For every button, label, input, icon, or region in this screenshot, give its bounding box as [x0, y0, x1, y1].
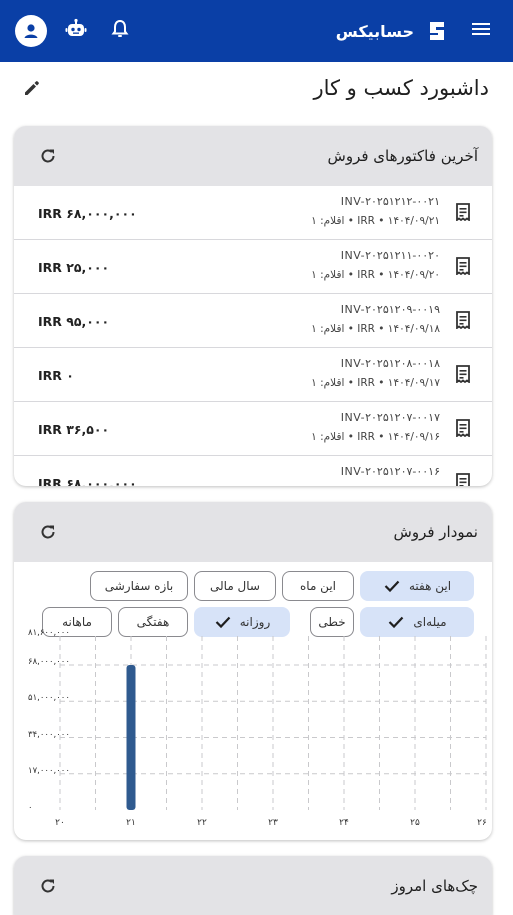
hamburger-menu-icon: [471, 21, 491, 41]
app-bar: حسابیکس: [0, 0, 513, 62]
x-tick-label: ۲۴: [339, 818, 349, 828]
card-header: آخرین فاکتورهای فروش: [14, 126, 492, 186]
x-tick-label: ۲۳: [268, 818, 278, 828]
receipt-icon: [452, 255, 474, 277]
chart-bar[interactable]: [126, 665, 136, 810]
refresh-invoices-button[interactable]: [36, 144, 60, 168]
receipt-icon: [452, 471, 474, 486]
invoice-meta: IRR • ۱۴۰۴/۰۹/۱۷ • اقلام: ۱: [311, 377, 440, 389]
page-title: داشبورد کسب و کار: [313, 76, 489, 100]
menu-button[interactable]: [467, 0, 495, 62]
receipt-icon: [452, 417, 474, 439]
x-tick-label: ۲۱: [126, 818, 136, 828]
check-icon: [383, 577, 401, 595]
receipt-icon: [452, 309, 474, 331]
brand: حسابیکس: [310, 0, 450, 62]
invoice-number: INV-۲۰۲۵۱۲۰۷-۰۰۱۶: [340, 465, 440, 478]
sales-bar-chart: ۸۱,۶۰۰,۰۰۰ ۶۸,۰۰۰,۰۰۰ ۵۱,۰۰۰,۰۰۰ ۳۴,۰۰۰,۰۰۰…: [14, 628, 492, 838]
refresh-icon: [41, 149, 55, 163]
invoice-list: IRR ۶۸,۰۰۰,۰۰۰ INV-۲۰۲۵۱۲۱۲-۰۰۲۱ IRR • ۱۴۰…: [14, 186, 492, 486]
refresh-chart-button[interactable]: [36, 520, 60, 544]
invoice-amount: IRR ۲۵,۰۰۰: [38, 259, 110, 275]
invoice-amount: IRR ۰: [38, 367, 74, 383]
invoice-number: INV-۲۰۲۵۱۲۰۸-۰۰۱۸: [340, 357, 440, 370]
card-header: نمودار فروش: [14, 502, 492, 562]
invoice-meta: IRR • ۱۴۰۴/۰۹/۲۱ • اقلام: ۱: [311, 215, 440, 227]
invoice-amount: IRR ۹۵,۰۰۰: [38, 313, 110, 329]
chip-label: خطی: [318, 615, 346, 629]
chip-label: بازه سفارشی: [104, 579, 174, 593]
card-title: نمودار فروش: [393, 523, 478, 541]
invoice-number: INV-۲۰۲۵۱۲۱۲-۰۰۲۱: [340, 195, 440, 208]
brand-name: حسابیکس: [335, 21, 414, 41]
invoice-number: INV-۲۰۲۵۱۲۰۹-۰۰۱۹: [340, 303, 440, 316]
recent-invoices-card: آخرین فاکتورهای فروش IRR ۶۸,۰۰۰,۰۰۰ INV-۲…: [14, 126, 492, 486]
card-header: چک‌های امروز: [14, 856, 492, 915]
assistant-button[interactable]: [60, 0, 92, 62]
chip-this-month[interactable]: این ماه: [282, 571, 354, 601]
pencil-icon: [23, 79, 41, 101]
account-button[interactable]: [14, 0, 48, 62]
invoice-row[interactable]: IRR ۲۵,۰۰۰ INV-۲۰۲۵۱۲۱۱-۰۰۲۰ IRR • ۱۴۰۴/۰۹…: [14, 240, 492, 294]
chart-svg: [59, 636, 487, 810]
y-tick-label: ۱۷,۰۰۰,۰۰۰: [28, 765, 70, 776]
chip-label: هفتگی: [136, 615, 170, 629]
chip-label: روزانه: [239, 615, 271, 629]
refresh-cheques-button[interactable]: [36, 874, 60, 898]
invoice-number: INV-۲۰۲۵۱۲۰۷-۰۰۱۷: [340, 411, 440, 424]
notifications-button[interactable]: [104, 0, 136, 62]
chip-label: ماهانه: [62, 615, 92, 629]
y-tick-label: ۸۱,۶۰۰,۰۰۰: [28, 628, 70, 638]
chip-label: سال مالی: [210, 579, 260, 593]
receipt-icon: [452, 363, 474, 385]
edit-dashboard-button[interactable]: [20, 78, 44, 102]
y-tick-label: ۰: [28, 803, 33, 813]
chip-this-week[interactable]: این هفته: [360, 571, 474, 601]
account-circle-icon: [15, 15, 47, 47]
invoice-number: INV-۲۰۲۵۱۲۱۱-۰۰۲۰: [340, 249, 440, 262]
chip-custom-range[interactable]: بازه سفارشی: [90, 571, 188, 601]
invoice-amount: IRR ۳۶,۵۰۰: [38, 421, 110, 437]
x-tick-label: ۲۰: [55, 818, 65, 828]
invoice-row[interactable]: IRR ۳۶,۵۰۰ INV-۲۰۲۵۱۲۰۷-۰۰۱۷ IRR • ۱۴۰۴/۰۹…: [14, 402, 492, 456]
x-tick-label: ۲۶: [477, 818, 487, 828]
receipt-icon: [452, 201, 474, 223]
chip-fiscal-year[interactable]: سال مالی: [194, 571, 276, 601]
x-tick-label: ۲۲: [197, 818, 207, 828]
invoice-row[interactable]: IRR ۰ INV-۲۰۲۵۱۲۰۸-۰۰۱۸ IRR • ۱۴۰۴/۰۹/۱۷ •…: [14, 348, 492, 402]
chip-label: این ماه: [300, 579, 336, 593]
invoice-meta: IRR • ۱۴۰۴/۰۹/۲۰ • اقلام: ۱: [311, 269, 440, 281]
invoice-row[interactable]: IRR ۶۸,۰۰۰,۰۰۰ INV-۲۰۲۵۱۲۱۲-۰۰۲۱ IRR • ۱۴۰…: [14, 186, 492, 240]
chip-label: میله‌ای: [413, 615, 447, 629]
refresh-icon: [41, 879, 55, 893]
y-tick-label: ۳۴,۰۰۰,۰۰۰: [28, 729, 70, 740]
bell-icon: [110, 19, 130, 43]
robot-icon: [65, 18, 87, 44]
y-tick-label: ۵۱,۰۰۰,۰۰۰: [28, 693, 70, 704]
card-title: چک‌های امروز: [391, 877, 478, 895]
x-tick-label: ۲۵: [410, 818, 420, 828]
chip-label: این هفته: [408, 579, 452, 593]
invoice-row[interactable]: IRR ۶۸,۰۰۰,۰۰۰ INV-۲۰۲۵۱۲۰۷-۰۰۱۶: [14, 456, 492, 486]
card-title: آخرین فاکتورهای فروش: [327, 147, 478, 165]
todays-cheques-card: چک‌های امروز: [14, 856, 492, 915]
y-tick-label: ۶۸,۰۰۰,۰۰۰: [28, 657, 70, 667]
refresh-icon: [41, 525, 55, 539]
invoice-amount: IRR ۶۸,۰۰۰,۰۰۰: [38, 205, 137, 221]
invoice-meta: IRR • ۱۴۰۴/۰۹/۱۸ • اقلام: ۱: [311, 323, 440, 335]
invoice-row[interactable]: IRR ۹۵,۰۰۰ INV-۲۰۲۵۱۲۰۹-۰۰۱۹ IRR • ۱۴۰۴/۰۹…: [14, 294, 492, 348]
invoice-amount: IRR ۶۸,۰۰۰,۰۰۰: [38, 475, 137, 487]
brand-logo-icon: [424, 18, 450, 44]
invoice-meta: IRR • ۱۴۰۴/۰۹/۱۶ • اقلام: ۱: [311, 431, 440, 443]
sales-chart-card: نمودار فروش این هفته این ماه سال مالی با…: [14, 502, 492, 840]
